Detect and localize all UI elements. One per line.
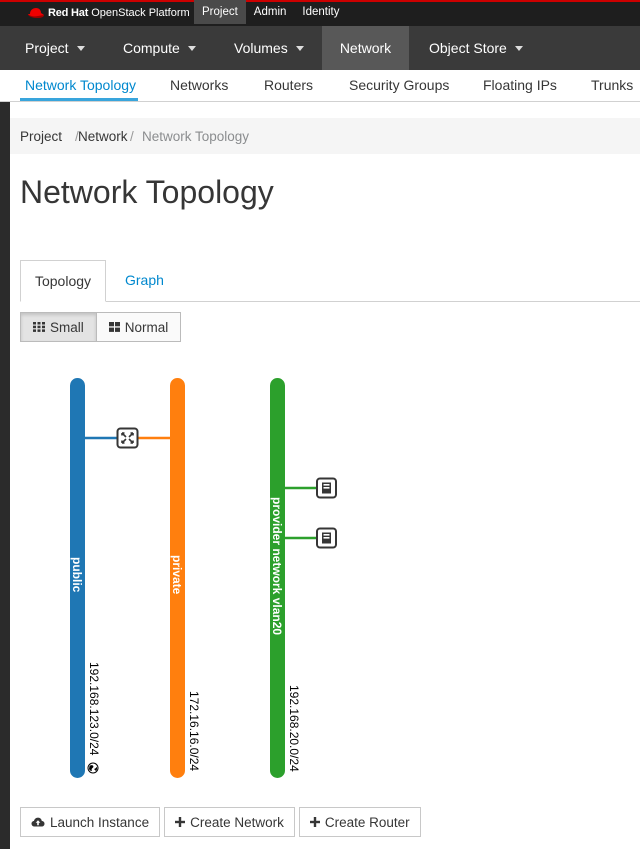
network-name: private <box>170 555 184 595</box>
main-nav-compute-label: Compute <box>123 40 180 56</box>
plus-icon <box>309 815 320 830</box>
instance-server-icon[interactable] <box>316 477 337 499</box>
breadcrumb-current: Network Topology <box>142 129 250 144</box>
main-nav-object-store-label: Object Store <box>429 40 507 56</box>
main-nav-network-label: Network <box>339 40 392 56</box>
instance-server-icon[interactable] <box>316 527 337 549</box>
size-toggle: Small Normal <box>20 312 182 342</box>
view-tabs: Topology Graph <box>20 260 640 302</box>
active-tab-underline <box>20 98 138 101</box>
main-nav-project-label: Project <box>25 40 69 56</box>
topology-canvas: public 192.168.123.0/24 private 172.16.1… <box>70 378 337 778</box>
top-nav-identity[interactable]: Identity <box>294 0 347 24</box>
network-cidr: 172.16.16.0/24 <box>187 691 201 771</box>
create-router-label: Create Router <box>324 814 410 830</box>
main-nav-volumes-label: Volumes <box>234 40 288 56</box>
sub-nav-network-topology[interactable]: Network Topology <box>25 70 136 101</box>
page-title: Network Topology <box>20 174 274 210</box>
launch-instance-button[interactable]: Launch Instance <box>20 807 161 837</box>
chevron-down-icon <box>295 45 304 51</box>
chevron-down-icon <box>514 45 523 51</box>
chevron-down-icon <box>76 45 85 51</box>
sub-nav: Network Topology Networks Routers Securi… <box>0 70 640 102</box>
network-private[interactable]: private 172.16.16.0/24 <box>170 378 201 778</box>
main-nav-object-store[interactable]: Object Store <box>429 26 523 70</box>
top-nav: Project Admin Identity <box>194 0 347 24</box>
top-nav-admin[interactable]: Admin <box>246 0 295 24</box>
breadcrumb-project[interactable]: Project <box>20 118 62 156</box>
redhat-hat-icon <box>28 8 44 18</box>
network-cidr: 192.168.20.0/24 <box>287 685 301 772</box>
network-provider-vlan20[interactable]: provider network vlan20 192.168.20.0/24 <box>270 378 301 778</box>
create-network-button[interactable]: Create Network <box>164 807 295 837</box>
sub-nav-security-groups[interactable]: Security Groups <box>349 70 449 101</box>
brand-logo[interactable]: Red Hat OpenStack Platform <box>27 3 190 23</box>
tab-topology[interactable]: Topology <box>20 260 106 302</box>
small-size-label: Small <box>50 319 84 335</box>
breadcrumb-separator: / <box>130 129 134 144</box>
router-icon[interactable] <box>116 427 139 449</box>
globe-icon <box>87 762 99 774</box>
main-nav-project[interactable]: Project <box>25 26 85 70</box>
sub-nav-floating-ips[interactable]: Floating IPs <box>483 70 557 101</box>
network-name: provider network vlan20 <box>270 497 284 635</box>
chevron-down-icon <box>187 45 196 51</box>
grid-large-icon <box>108 320 120 335</box>
main-nav: Project Compute Volumes Network Object S… <box>0 26 640 70</box>
normal-size-button[interactable]: Normal <box>96 312 182 342</box>
network-name: public <box>70 557 84 593</box>
main-nav-network[interactable]: Network <box>322 26 409 70</box>
sub-nav-networks[interactable]: Networks <box>170 70 228 101</box>
tab-graph[interactable]: Graph <box>125 260 164 300</box>
launch-instance-label: Launch Instance <box>50 814 150 830</box>
cloud-upload-icon <box>31 815 45 830</box>
grid-small-icon <box>33 320 45 335</box>
main-nav-compute[interactable]: Compute <box>123 26 196 70</box>
topology-actions: Launch Instance Create Network Create Ro… <box>20 807 421 837</box>
top-nav-project[interactable]: Project <box>194 0 246 24</box>
normal-size-label: Normal <box>124 319 169 335</box>
sub-nav-routers[interactable]: Routers <box>264 70 313 101</box>
network-cidr: 192.168.123.0/24 <box>87 662 101 756</box>
breadcrumb-network[interactable]: Network <box>78 118 128 156</box>
breadcrumb: Project / Network / Network Topology <box>10 118 640 154</box>
sub-nav-trunks[interactable]: Trunks <box>591 70 633 101</box>
small-size-button[interactable]: Small <box>20 312 97 342</box>
main-nav-volumes[interactable]: Volumes <box>234 26 304 70</box>
create-network-label: Create Network <box>190 814 284 830</box>
create-router-button[interactable]: Create Router <box>298 807 421 837</box>
plus-icon <box>175 815 186 830</box>
brand-name: Red Hat OpenStack Platform <box>48 7 190 19</box>
